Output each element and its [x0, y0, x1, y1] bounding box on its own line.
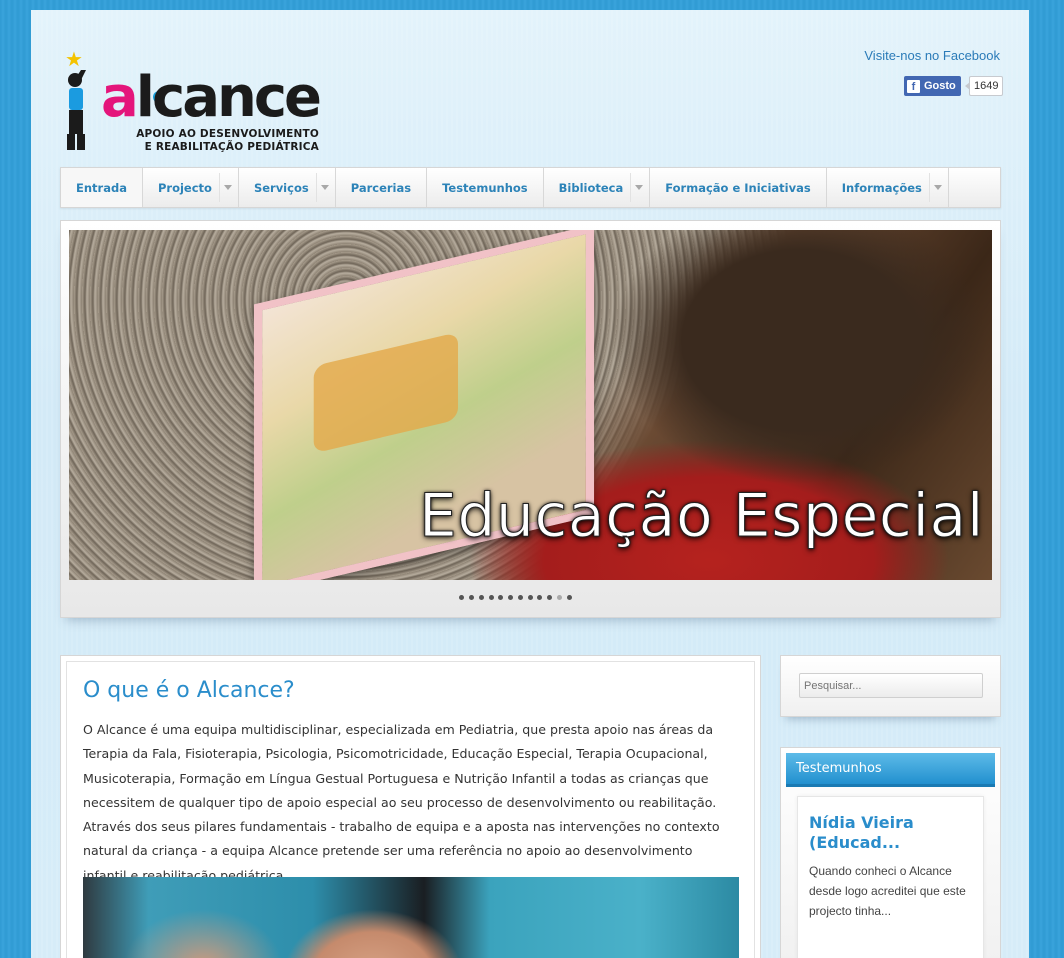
nav-separator [218, 173, 220, 202]
nav-item-entrada[interactable]: Entrada [61, 168, 143, 207]
team-photo [83, 877, 739, 958]
logo-tagline-line2: E REABILITAÇÃO PEDIÁTRICA [144, 141, 319, 153]
slider-pagination [61, 595, 1000, 600]
nav-label: Informações [841, 180, 922, 195]
nav-item-formacao[interactable]: Formação e Iniciativas [650, 168, 827, 207]
facebook-f-icon: f [907, 79, 920, 93]
testimonial-excerpt: Quando conheci o Alcance desde logo acre… [809, 864, 966, 918]
dropdown-arrow-icon [933, 185, 942, 190]
slider-dot[interactable] [498, 595, 504, 600]
slider-dot-active[interactable] [557, 595, 563, 600]
logo-wordmark: alcance [101, 65, 322, 130]
nav-label: Projecto [157, 180, 212, 195]
widget-heading: Testemunhos [786, 753, 995, 787]
page-container: ★ alcance APOIO AO DESENVOLVIMENTO E REA… [31, 10, 1029, 958]
facebook-link[interactable]: Visite-nos no Facebook [864, 48, 1000, 63]
like-label: Gosto [924, 80, 956, 92]
nav-separator [630, 173, 632, 202]
like-count: 1649 [964, 76, 1004, 96]
article-title: O que é o Alcance? [83, 678, 295, 703]
nav-label: Biblioteca [558, 180, 624, 195]
slide-image[interactable]: Educação Especial [69, 230, 992, 580]
nav-label: Serviços [253, 180, 309, 195]
star-icon: ★ [65, 47, 83, 71]
nav-item-servicos[interactable]: Serviços [239, 168, 336, 207]
nav-label: Entrada [76, 180, 127, 195]
dropdown-arrow-icon [223, 185, 232, 190]
slider-dot[interactable] [459, 595, 465, 600]
nav-item-projecto[interactable]: Projecto [143, 168, 239, 207]
slider-dot[interactable] [468, 595, 474, 600]
search-input[interactable] [799, 673, 983, 698]
site-logo[interactable]: ★ alcance APOIO AO DESENVOLVIMENTO E REA… [61, 47, 322, 158]
article-body: O Alcance é uma equipa multidisciplinar,… [83, 722, 720, 883]
slider-dot[interactable] [547, 595, 553, 600]
testimonial-card: Nídia Vieira (Educad... Quando conheci o… [797, 796, 984, 958]
child-figure-icon [67, 70, 86, 150]
dropdown-arrow-icon [320, 185, 329, 190]
logo-tagline: APOIO AO DESENVOLVIMENTO E REABILITAÇÃO … [129, 128, 319, 154]
nav-item-parcerias[interactable]: Parcerias [336, 168, 428, 207]
slider-dot[interactable] [488, 595, 494, 600]
testimonial-author[interactable]: Nídia Vieira (Educad... [809, 813, 979, 853]
nav-separator [315, 173, 317, 202]
slider-dot[interactable] [527, 595, 533, 600]
search-widget [780, 655, 1001, 717]
nav-item-informacoes[interactable]: Informações [827, 168, 949, 207]
logo-tagline-line1: APOIO AO DESENVOLVIMENTO [136, 128, 319, 140]
main-content: O que é o Alcance? O Alcance é uma equip… [60, 655, 761, 958]
dropdown-arrow-icon [635, 185, 644, 190]
nav-item-testemunhos[interactable]: Testemunhos [427, 168, 544, 207]
slide-caption: Educação Especial [418, 481, 984, 552]
slider-dot[interactable] [478, 595, 484, 600]
main-article: O que é o Alcance? O Alcance é uma equip… [66, 661, 755, 958]
slider-dot[interactable] [508, 595, 514, 600]
slider-dot[interactable] [517, 595, 523, 600]
nav-item-biblioteca[interactable]: Biblioteca [544, 168, 651, 207]
slider-dot[interactable] [566, 595, 572, 600]
facebook-like-button[interactable]: f Gosto [904, 76, 961, 96]
nav-separator [928, 173, 930, 202]
main-nav: Entrada Projecto Serviços Parcerias Test… [60, 167, 1001, 208]
nav-label: Parcerias [350, 180, 412, 195]
nav-label: Formação e Iniciativas [665, 180, 811, 195]
testimonials-widget: Testemunhos Nídia Vieira (Educad... Quan… [780, 747, 1001, 958]
nav-label: Testemunhos [442, 180, 528, 195]
image-slider: Educação Especial [60, 220, 1001, 618]
slider-dot[interactable] [537, 595, 543, 600]
